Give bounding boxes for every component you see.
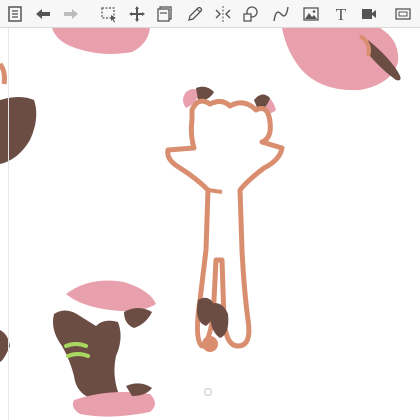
green-stroke xyxy=(66,352,90,358)
image-tool[interactable] xyxy=(300,3,322,25)
green-stroke xyxy=(64,342,88,348)
brown-stroke xyxy=(196,86,214,101)
select-tool[interactable] xyxy=(98,3,120,25)
video-tool[interactable] xyxy=(358,3,380,25)
shapes-icon xyxy=(243,6,258,22)
image-icon xyxy=(303,7,319,21)
menu-button[interactable] xyxy=(4,3,26,25)
fullscreen-button[interactable] xyxy=(392,3,414,25)
outline-stroke xyxy=(207,188,223,194)
redo-icon xyxy=(64,9,78,19)
curve-tool[interactable] xyxy=(270,3,292,25)
pink-stroke xyxy=(52,28,150,54)
layers-icon xyxy=(157,6,172,22)
text-tool[interactable]: T xyxy=(330,3,352,25)
page-indicator[interactable] xyxy=(204,388,212,396)
select-icon xyxy=(101,7,116,23)
video-icon xyxy=(362,9,376,19)
menu-icon xyxy=(8,6,22,22)
text-icon: T xyxy=(335,4,347,24)
drawing-canvas[interactable] xyxy=(0,28,420,420)
pink-stroke xyxy=(72,392,155,417)
outline-stroke xyxy=(202,336,218,352)
layers-tool[interactable] xyxy=(154,3,176,25)
redo-button[interactable] xyxy=(60,3,82,25)
canvas-left-border xyxy=(0,28,9,420)
curve-icon xyxy=(273,6,289,22)
move-tool[interactable] xyxy=(126,3,148,25)
symmetry-icon xyxy=(215,6,231,22)
symmetry-tool[interactable] xyxy=(212,3,234,25)
move-icon xyxy=(129,6,145,22)
brown-stroke xyxy=(124,308,152,328)
undo-icon xyxy=(36,9,50,19)
shapes-tool[interactable] xyxy=(240,3,262,25)
pencil-tool[interactable] xyxy=(184,3,206,25)
undo-button[interactable] xyxy=(32,3,54,25)
fullscreen-icon xyxy=(395,8,411,20)
toolbar: T xyxy=(0,0,420,28)
pink-stroke xyxy=(66,280,156,312)
pencil-icon xyxy=(188,6,203,21)
